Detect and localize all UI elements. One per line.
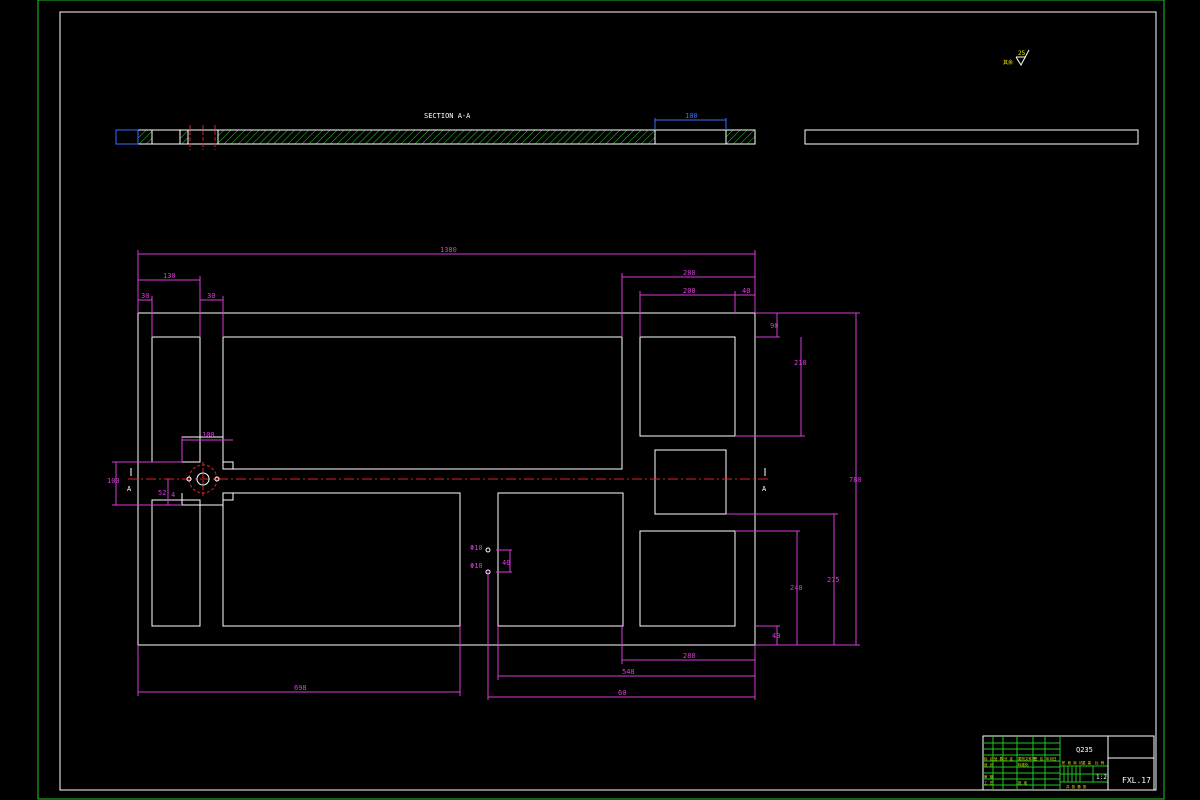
dim-left-4: 4: [171, 491, 175, 499]
dim-r-240: 240: [790, 584, 803, 592]
title-mid-2: 比 例: [1095, 760, 1105, 765]
title-block: 标 记 处 数 分 区 更改文件号 签 名 年月日 设 计 标准化 审 核 工 …: [982, 735, 1155, 791]
title-scale: 1:2: [1096, 774, 1107, 781]
plan-view: [137, 312, 756, 646]
cut-label-left: A: [127, 485, 132, 493]
section-dim-text: 100: [685, 112, 698, 120]
dim-cross-100: 100: [202, 431, 215, 439]
title-label-0: 标 记: [984, 756, 994, 761]
title-label-2: 分 区: [1004, 756, 1014, 761]
cross-boss: [181, 436, 234, 470]
dim-r-40b: 40: [772, 632, 780, 640]
section-view: SECTION A-A 100: [115, 112, 756, 150]
title-label2-4: 批 准: [1018, 780, 1028, 785]
hole-phi10-a: [485, 547, 491, 553]
title-label2-2: 审 核: [984, 774, 994, 779]
side-view: [804, 129, 1139, 145]
roughness-symbol: 其余 25: [1003, 49, 1030, 66]
section-left-end: [115, 129, 139, 145]
roughness-note: 其余: [1003, 59, 1013, 66]
title-sheet: 共 张 第 张: [1066, 784, 1087, 789]
dimension-texts: 1380 130 30 30 280 200 40 90 210 780 275…: [107, 246, 862, 697]
pocket-bottom-mid: [497, 492, 624, 627]
dim-bottom-548: 548: [622, 668, 635, 676]
pocket-bottom-main: [222, 492, 461, 627]
title-label-1: 处 数: [994, 756, 1004, 761]
pocket-top-main: [222, 336, 623, 470]
title-label2-3: 工 艺: [984, 780, 994, 785]
hole-phi10-b-label: Φ10: [470, 562, 483, 570]
pocket-bottom-left: [151, 499, 201, 627]
cad-drawing: SECTION A-A 100 其余 25 A A Φ10 Φ10 1380 1…: [37, 0, 1165, 800]
title-mid-1: 重 量: [1082, 760, 1092, 765]
roughness-value: 25: [1018, 50, 1026, 57]
dim-right-280: 280: [683, 269, 696, 277]
section-slot-1: [151, 129, 181, 145]
section-pocket: [654, 129, 727, 145]
dim-r-210: 210: [794, 359, 807, 367]
pocket-right-bottom: [639, 530, 736, 627]
title-label-4: 签 名: [1034, 756, 1043, 761]
dim-right-40: 40: [742, 287, 750, 295]
cut-label-right: A: [762, 485, 767, 493]
pocket-right-top: [639, 336, 736, 437]
dim-overall-width: 1380: [440, 246, 457, 254]
title-label2-1: 标准化: [1018, 762, 1029, 767]
dim-left-52: 52: [158, 489, 166, 497]
title-mid-0: 阶 段 标 记: [1062, 760, 1083, 765]
title-label2-0: 设 计: [984, 762, 994, 767]
title-drawing-no: FXL.17: [1122, 776, 1151, 785]
dim-bottom-60: 60: [618, 689, 626, 697]
dim-bottom-280: 280: [683, 652, 696, 660]
hole-phi10-a-label: Φ10: [470, 544, 483, 552]
inner-border: [59, 11, 1157, 791]
outer-frame: [37, 0, 1165, 800]
dim-bottom-698: 698: [294, 684, 307, 692]
dim-left-100: 100: [107, 477, 120, 485]
dimension-lines: [112, 250, 860, 700]
section-title: SECTION A-A: [424, 112, 471, 120]
dim-r-275: 275: [827, 576, 840, 584]
dim-r-90: 90: [770, 322, 778, 330]
dim-left-30b: 30: [207, 292, 215, 300]
dim-right-200: 200: [683, 287, 696, 295]
pocket-top-left: [151, 336, 201, 463]
dim-left-130: 130: [163, 272, 176, 280]
dim-r-780: 780: [849, 476, 862, 484]
cross-boss-lower: [181, 492, 234, 506]
dim-hole-40: 40: [502, 559, 510, 567]
title-material: Q235: [1076, 746, 1093, 754]
title-label-5: 年月日: [1046, 756, 1057, 761]
plate-outline: [137, 312, 756, 646]
dim-left-30: 30: [141, 292, 149, 300]
pocket-right-mid: [654, 449, 727, 515]
